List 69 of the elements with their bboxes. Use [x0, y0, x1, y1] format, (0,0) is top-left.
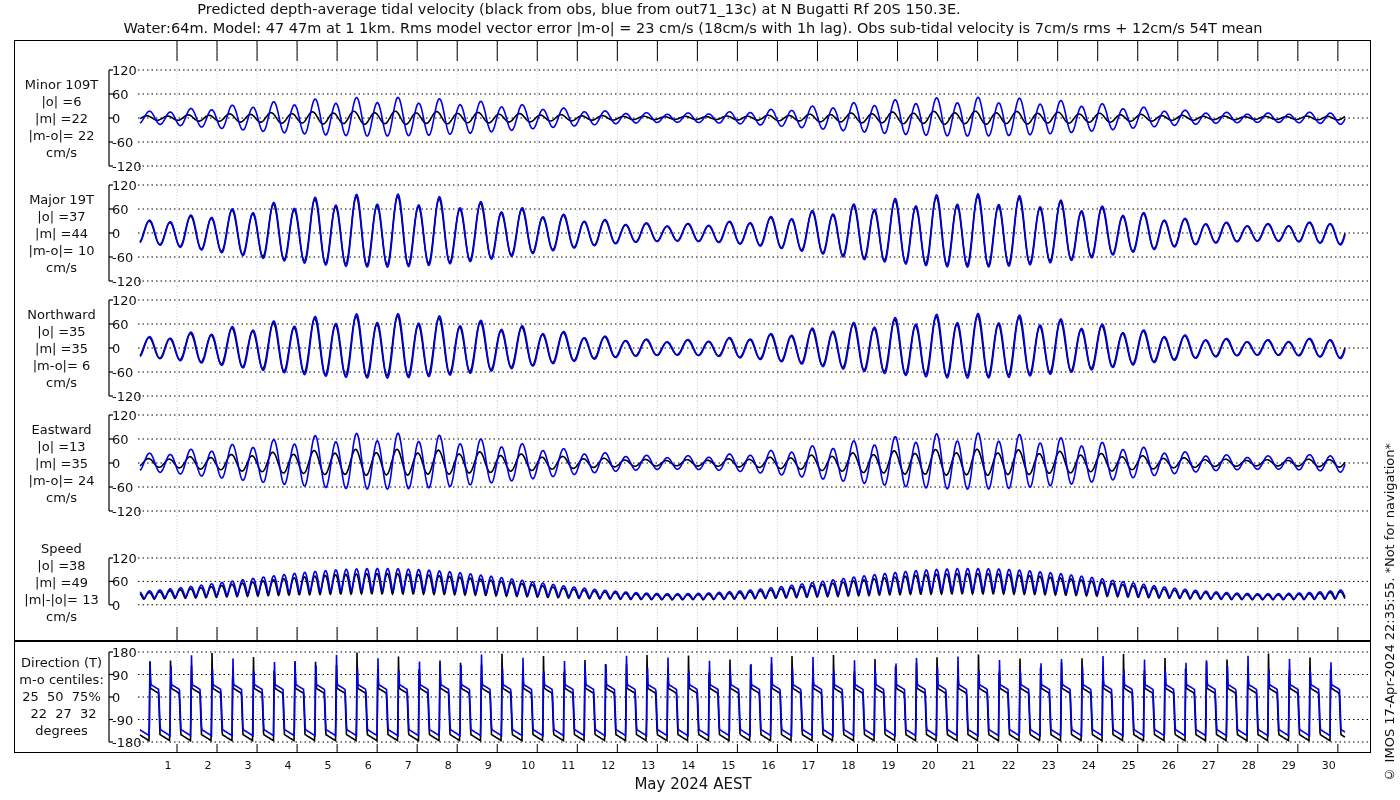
y-axis: [108, 557, 114, 606]
x-tick-label: 17: [801, 759, 816, 772]
x-tick-label: 24: [1081, 759, 1096, 772]
y-tick-label: 120: [112, 178, 137, 193]
y-tick-label: -60: [112, 250, 134, 265]
x-tick-label: 8: [444, 759, 452, 772]
x-tick-label: 18: [841, 759, 856, 772]
x-tick-label: 2: [204, 759, 212, 772]
y-tick-label: 90: [112, 667, 129, 683]
panel-label: Direction (T) m-o centiles: 25 50 75% 22 27 32 degrees: [18, 654, 105, 739]
y-tick-label: 60: [112, 317, 129, 332]
panel-label: Major 19T |o| =37 |m| =44 |m-o|= 10 cm/s: [27, 191, 96, 276]
x-tick-label: 27: [1201, 759, 1216, 772]
y-tick-label: 60: [112, 87, 129, 102]
panel-label: Speed |o| =38 |m| =49 |m|-|o|= 13 cm/s: [23, 540, 100, 625]
x-tick-label: 12: [601, 759, 616, 772]
y-tick-label: 0: [112, 226, 121, 241]
y-tick-label: 120: [112, 551, 137, 566]
y-tick-label: -120: [112, 504, 142, 516]
y-tick-label: 120: [112, 293, 137, 308]
y-tick-label: -60: [112, 480, 134, 495]
x-tick-label: 28: [1241, 759, 1256, 772]
x-tick-label: 23: [1041, 759, 1056, 772]
panel-label: Eastward |o| =13 |m| =35 |m-o|= 24 cm/s: [27, 421, 96, 506]
x-tick-label: 5: [324, 759, 332, 772]
y-tick-label: 0: [112, 597, 121, 613]
chart-subtitle: Water:64m. Model: 47 47m at 1 1km. Rms model vector error |m-o| = 23 cm/s (18cm/s with 1h lag). Obs sub-tidal velocity is 7cm/s rms + 12cm/s 54T mean: [123, 19, 1263, 38]
x-tick-label: 1: [164, 759, 172, 772]
y-tick-label: -120: [112, 389, 142, 401]
x-tick-label: 19: [881, 759, 896, 772]
y-tick-label: 0: [112, 456, 121, 471]
y-tick-label: 60: [112, 432, 129, 447]
y-tick-label: 60: [112, 574, 129, 590]
y-tick-label: -120: [112, 159, 142, 171]
panel-label: Minor 109T |o| =6 |m| =22 |m-o|= 22 cm/s: [23, 76, 100, 161]
y-tick-label: -60: [112, 365, 134, 380]
y-tick-label: 180: [112, 645, 137, 660]
y-tick-label: 0: [112, 111, 121, 126]
y-tick-label: 0: [112, 690, 121, 705]
x-tick-label: 7: [404, 759, 412, 772]
y-tick-label: 120: [112, 63, 137, 78]
x-axis-label: May 2024 AEST: [634, 775, 752, 793]
x-tick-label: 29: [1281, 759, 1296, 772]
y-tick-label: 60: [112, 202, 129, 217]
copyright-note: © IMOS 17-Apr-2024 22:35:55. *Not for navigation*: [1381, 443, 1397, 782]
x-tick-label: 26: [1161, 759, 1176, 772]
x-tick-label: 9: [484, 759, 492, 772]
y-tick-label: 120: [112, 408, 137, 423]
y-tick-label: 0: [112, 341, 121, 356]
x-tick-label: 20: [921, 759, 936, 772]
y-tick-label: -90: [112, 712, 134, 728]
y-tick-label: -120: [112, 274, 142, 286]
x-tick-label: 13: [641, 759, 656, 772]
x-tick-label: 16: [761, 759, 776, 772]
y-tick-label: -60: [112, 135, 134, 150]
panel-label: Northward |o| =35 |m| =35 |m-o|= 6 cm/s: [26, 306, 97, 391]
x-tick-label: 14: [681, 759, 696, 772]
y-tick-label: -180: [112, 735, 142, 750]
x-tick-label: 4: [284, 759, 292, 772]
x-tick-label: 3: [244, 759, 252, 772]
x-tick-label: 10: [521, 759, 536, 772]
chart-title: Predicted depth-average tidal velocity (black from obs, blue from out71_13c) at N Bugatti Rf 20S 150.3E.: [197, 0, 962, 19]
x-tick-label: 6: [364, 759, 372, 772]
x-tick-label: 22: [1001, 759, 1016, 772]
x-tick-label: 15: [721, 759, 736, 772]
x-tick-label: 21: [961, 759, 976, 772]
x-tick-label: 30: [1321, 759, 1336, 772]
x-tick-label: 25: [1121, 759, 1136, 772]
x-tick-label: 11: [561, 759, 576, 772]
